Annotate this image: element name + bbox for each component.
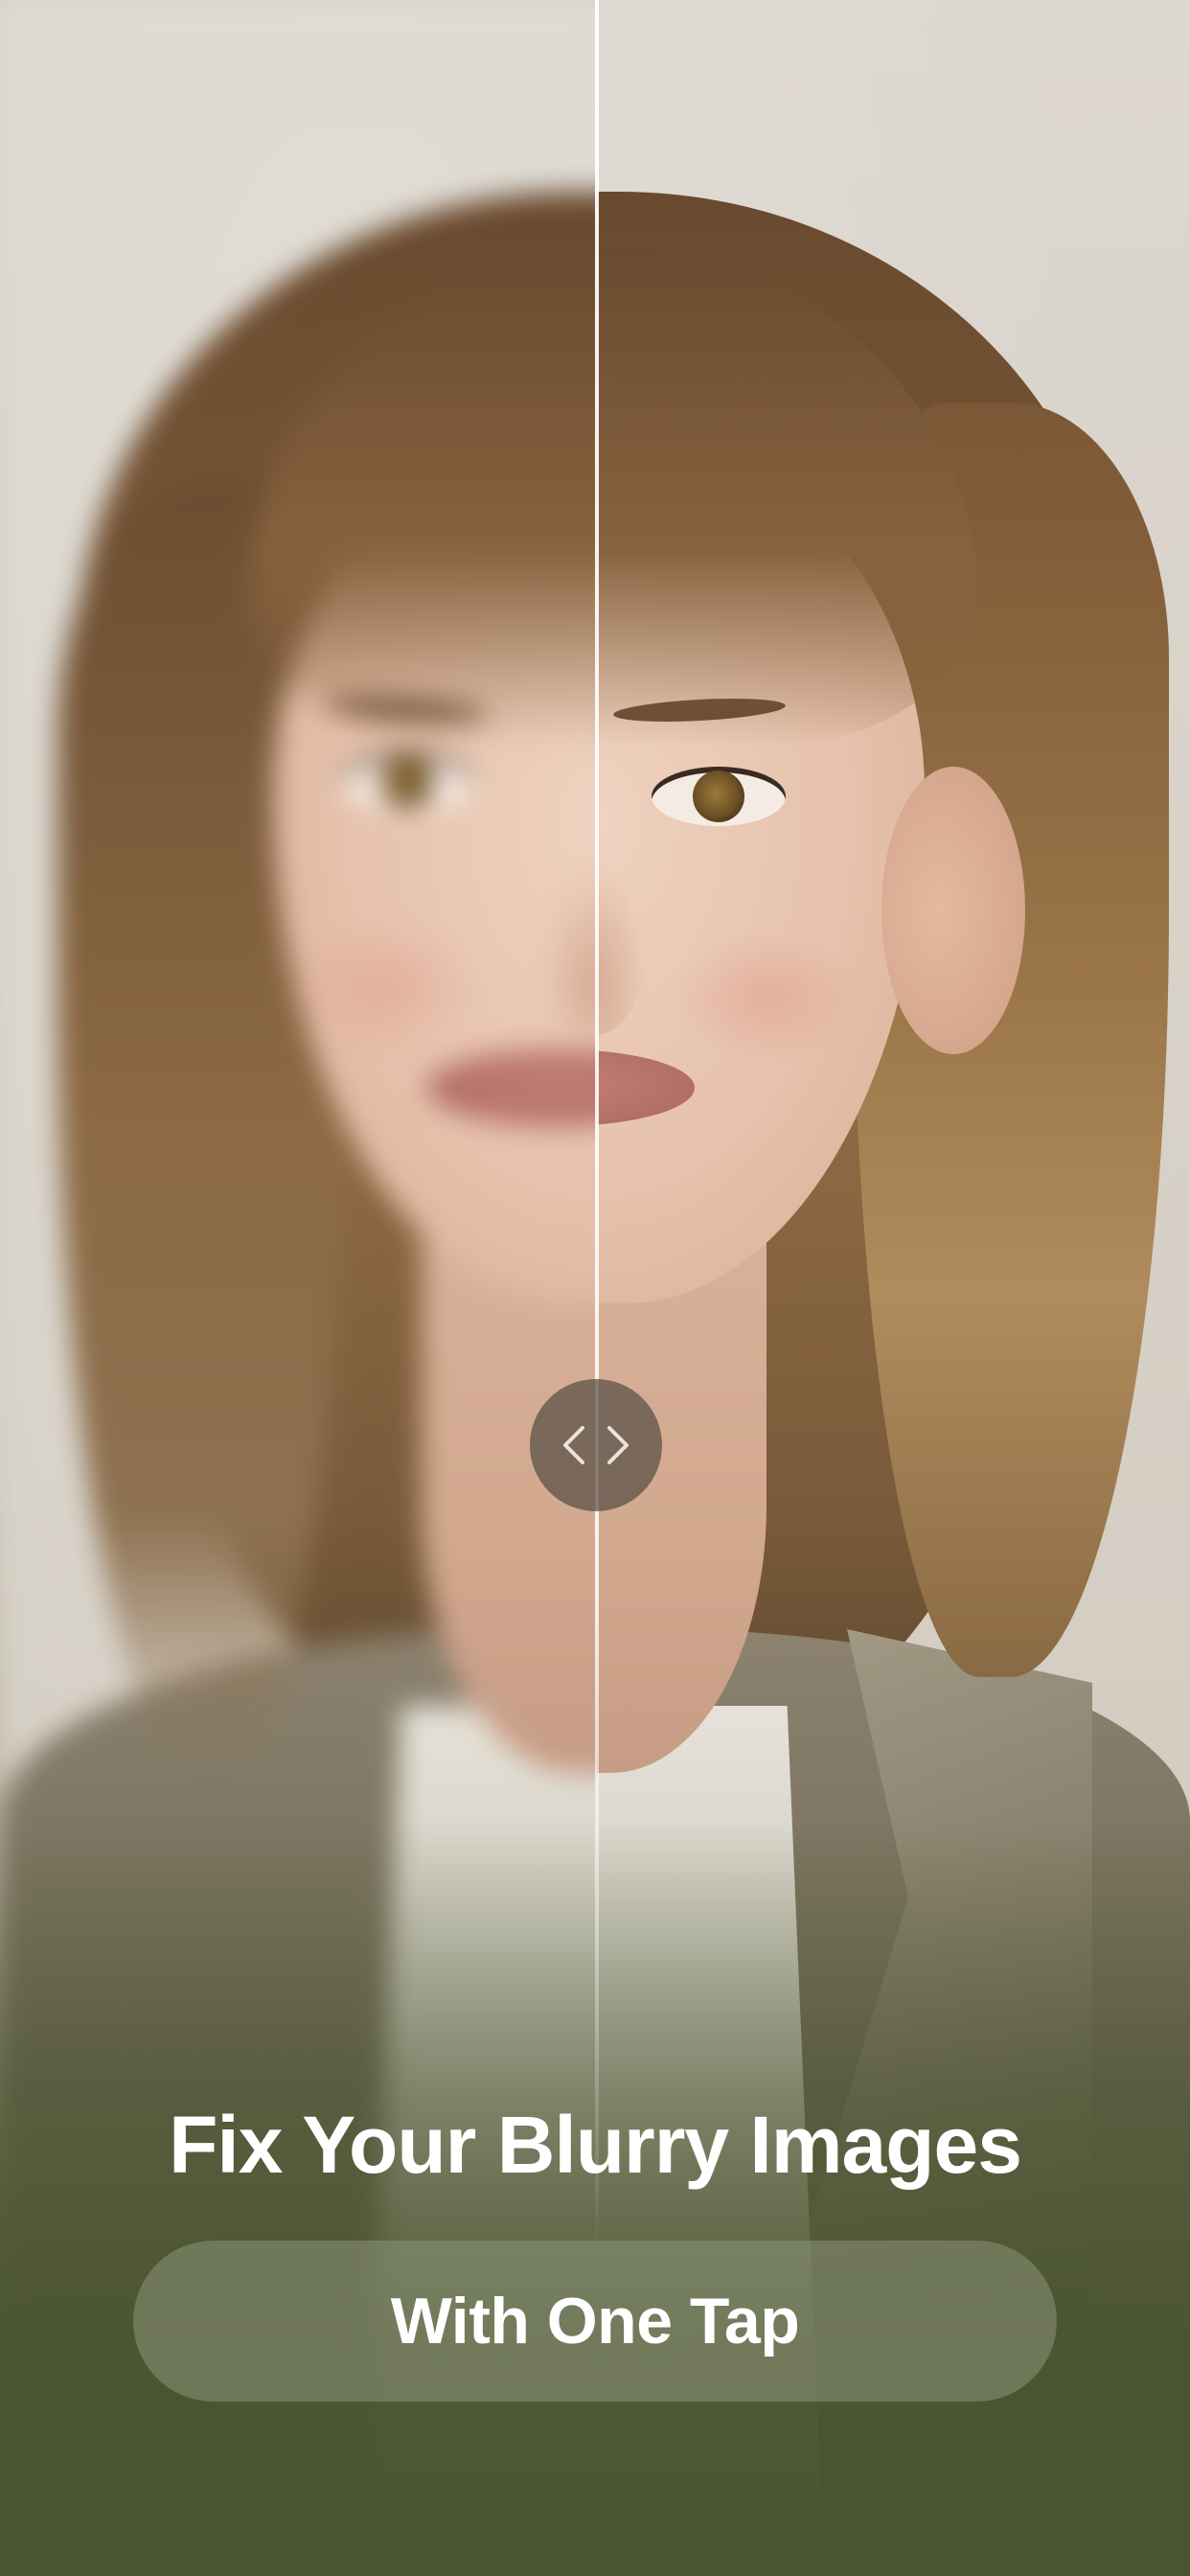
headline: Fix Your Blurry Images <box>169 2100 1022 2190</box>
cta-button-label: With One Tap <box>390 2285 800 2358</box>
onboarding-screen: Fix Your Blurry Images With One Tap <box>0 0 1190 2576</box>
chevron-right-icon <box>607 1426 629 1464</box>
comparison-slider-handle[interactable] <box>530 1379 662 1511</box>
comparison-divider[interactable] <box>595 0 599 2252</box>
chevron-left-icon <box>563 1426 584 1464</box>
cta-button[interactable]: With One Tap <box>133 2241 1057 2402</box>
